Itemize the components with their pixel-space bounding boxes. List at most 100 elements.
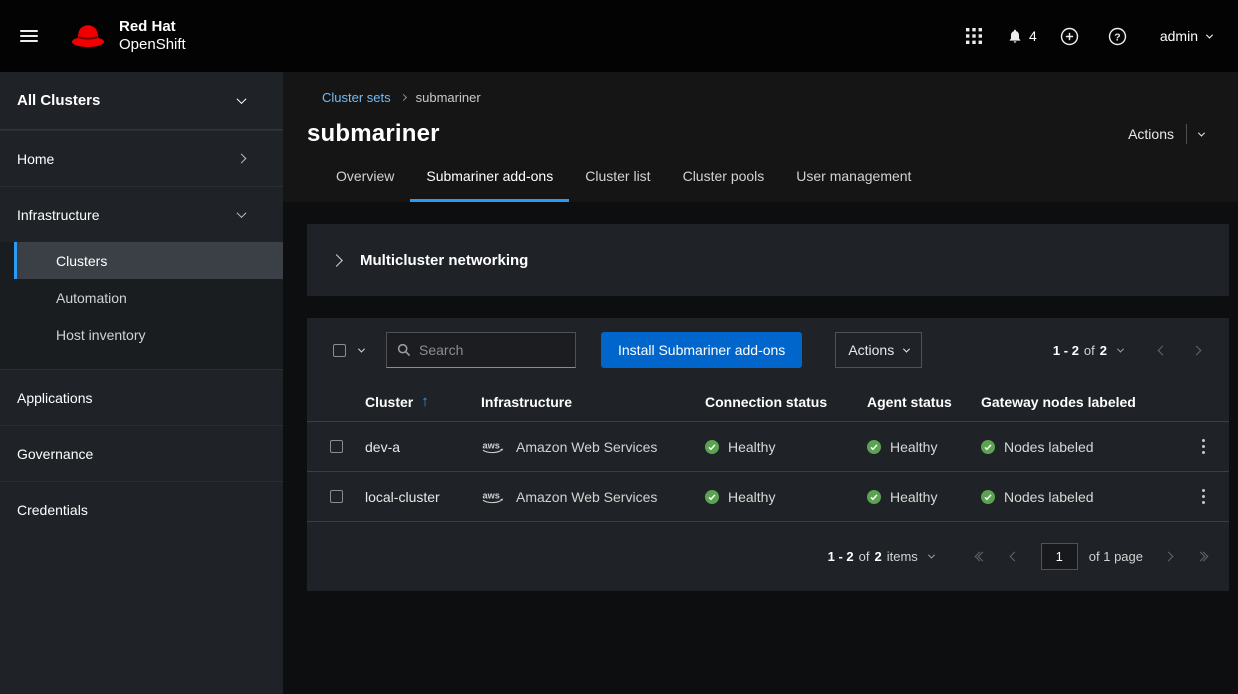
search-input[interactable] [419,342,565,358]
check-circle-icon [981,490,995,504]
pagination-menu-toggle[interactable]: 1 - 2 of 2 [1053,343,1123,358]
gateway-nodes-cell: Nodes labeled [981,489,1177,505]
sidebar-item-home[interactable]: Home [0,130,283,186]
app-launcher-button[interactable] [954,16,994,56]
gateway-nodes-link[interactable]: Nodes labeled [1004,489,1094,505]
check-circle-icon [867,490,881,504]
chevron-right-icon [1191,345,1201,355]
column-label: Cluster [365,394,413,410]
gateway-nodes-cell: Nodes labeled [981,439,1177,455]
agent-status-link[interactable]: Healthy [890,489,937,505]
sidebar-item-credentials[interactable]: Credentials [0,481,283,537]
connection-status-cell: Healthy [705,439,867,455]
user-menu[interactable]: admin [1160,28,1212,44]
install-submariner-addons-button[interactable]: Install Submariner add-ons [601,332,802,368]
create-button[interactable] [1050,16,1090,56]
row-kebab-menu-button[interactable] [1185,479,1221,515]
sidebar-item-governance[interactable]: Governance [0,425,283,481]
current-page-input[interactable] [1041,543,1078,570]
chevron-right-icon [237,154,247,164]
notification-count-badge: 4 [1029,28,1037,44]
connection-status-cell: Healthy [705,489,867,505]
caret-down-icon [1206,31,1213,38]
pagination-items-label: items [887,549,918,564]
row-checkbox[interactable] [330,440,343,453]
infrastructure-subnav: Clusters Automation Host inventory [0,242,283,369]
select-all-checkbox[interactable] [333,344,346,357]
chevron-right-icon [330,254,343,267]
infrastructure-label: Amazon Web Services [516,489,657,505]
table-row-dev-a: dev-a aws Amazon Web Services [307,422,1229,472]
column-header-agent-status: Agent status [867,394,981,410]
chevron-down-icon [1117,345,1124,352]
sidebar-item-infrastructure[interactable]: Infrastructure [0,186,283,242]
pagination-total: 2 [1100,343,1107,358]
tab-overview[interactable]: Overview [320,162,410,202]
svg-text:aws: aws [483,440,500,450]
divider [1186,124,1187,144]
sidebar-nav: All Clusters Home Infrastructure Cluster… [0,72,283,694]
multicluster-networking-expandable[interactable]: Multicluster networking [307,224,1229,296]
tab-user-management[interactable]: User management [780,162,927,202]
pagination-total: 2 [874,549,881,564]
first-page-button[interactable] [964,539,998,573]
sidebar-item-clusters[interactable]: Clusters [14,242,283,279]
toolbar-actions-dropdown[interactable]: Actions [835,332,922,368]
notifications-button[interactable]: 4 [1002,16,1042,56]
last-page-button[interactable] [1185,539,1219,573]
next-page-button[interactable] [1151,539,1185,573]
sidebar-item-label: Governance [17,446,93,462]
chevron-down-icon [903,345,910,352]
sidebar-item-host-inventory[interactable]: Host inventory [14,316,283,353]
sidebar-item-applications[interactable]: Applications [0,369,283,425]
agent-status-cell: Healthy [867,439,981,455]
sidebar-item-automation[interactable]: Automation [14,279,283,316]
gateway-nodes-link[interactable]: Nodes labeled [1004,439,1094,455]
connection-status-link[interactable]: Healthy [728,489,775,505]
infrastructure-label: Amazon Web Services [516,439,657,455]
username-label: admin [1160,28,1198,44]
tab-bar: Overview Submariner add-ons Cluster list… [307,162,1204,202]
check-circle-icon [705,490,719,504]
connection-status-link[interactable]: Healthy [728,439,775,455]
agent-status-link[interactable]: Healthy [890,439,937,455]
search-box [386,332,576,368]
previous-page-button[interactable] [1145,333,1179,367]
check-circle-icon [867,440,881,454]
search-icon [397,343,411,357]
row-kebab-menu-button[interactable] [1185,429,1221,465]
sidebar-item-label: Home [17,151,54,167]
question-circle-icon: ? [1108,27,1127,46]
chevron-down-icon [358,345,365,352]
bulk-select-dropdown[interactable] [323,332,374,368]
tab-cluster-list[interactable]: Cluster list [569,162,666,202]
agent-status-cell: Healthy [867,489,981,505]
chevron-down-icon [1198,129,1205,136]
chevron-left-icon [1010,551,1020,561]
expandable-section-title: Multicluster networking [360,252,528,269]
double-chevron-left-icon [976,553,986,560]
breadcrumb-link-cluster-sets[interactable]: Cluster sets [322,90,391,105]
infrastructure-cell: aws Amazon Web Services [481,489,705,505]
breadcrumb-separator-icon [400,94,407,101]
sort-ascending-icon: ↑ [421,393,429,410]
chevron-down-icon [928,551,935,558]
table-header-row: Cluster ↑ Infrastructure Connection stat… [307,382,1229,422]
previous-page-button[interactable] [998,539,1032,573]
tab-submariner-add-ons[interactable]: Submariner add-ons [410,162,569,202]
table-toolbar: Install Submariner add-ons Actions 1 - 2… [307,332,1229,382]
sidebar-item-label: Automation [56,290,127,306]
sidebar-item-label: Clusters [56,253,107,269]
sidebar-toggle-button[interactable] [0,0,58,72]
perspective-switcher[interactable]: All Clusters [0,72,283,130]
help-button[interactable]: ? [1098,16,1138,56]
pagination-menu-toggle[interactable]: 1 - 2 of 2 items [828,549,934,564]
column-header-cluster[interactable]: Cluster ↑ [365,393,481,410]
tab-cluster-pools[interactable]: Cluster pools [667,162,781,202]
next-page-button[interactable] [1179,333,1213,367]
row-checkbox[interactable] [330,490,343,503]
sidebar-item-label: Host inventory [56,327,145,343]
page-actions-dropdown[interactable]: Actions [1128,124,1204,144]
pagination-of-label: of [1084,343,1095,358]
table-row-local-cluster: local-cluster aws Amazon Web Services [307,472,1229,522]
